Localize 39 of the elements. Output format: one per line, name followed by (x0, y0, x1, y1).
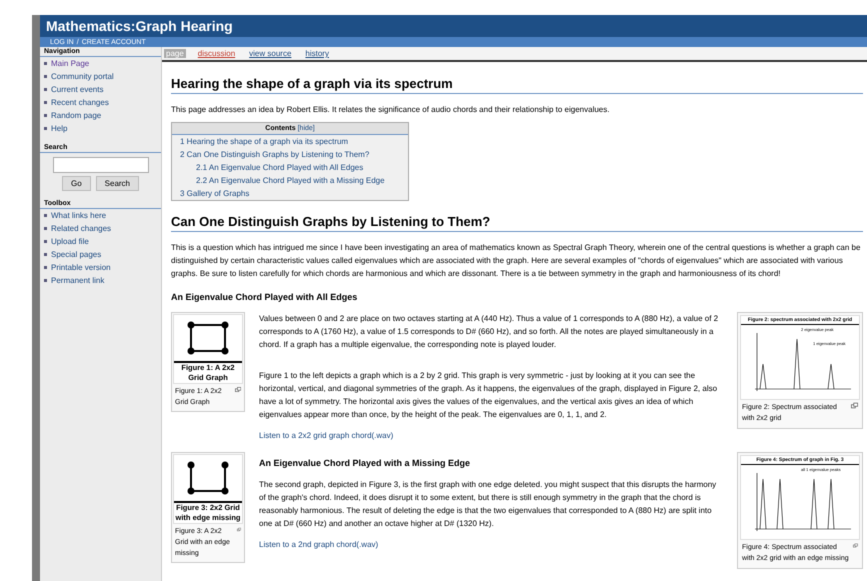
enlarge-icon[interactable] (850, 402, 858, 409)
search-button[interactable]: Search (96, 176, 140, 191)
toc-link[interactable]: 3 Gallery of Graphs (172, 187, 408, 200)
body-text: Figure 1 to the left depicts a graph which is a 2 by 2 grid. This graph is very symmetric - just by looking at it you can see the horizontal, vertical, and diagonal symmetries of the graph. As it happens, the eigenvalues of the graph, displayed in Figure 2, also have a lot of symmetry. The horizontal axis gives the values of the eigenvalues, and the vertical axis gives an idea of which eigenvalues appear more than once, by the height of the peak. The eigenvalues are 0, 1, 1, and 2. (259, 370, 718, 421)
subsection-heading: An Eigenvalue Chord Played with a Missing Edge (259, 458, 472, 468)
sidebar-link[interactable]: Related changes (40, 222, 161, 235)
sidebar-link[interactable]: What links here (40, 209, 161, 222)
section-text: This is a question which has intrigued me since I have been investigating an area of mathematics known as Spectral Graph Theory, wherein one of the central questions is whether a graph can be distinguished by certain characteristic values called eigenvalues which are associated with the graph. Here are several examples of "chords of eigenvalues" which are associated with various graphs. Be sure to listen carefully for which chords are harmonious and which are dissonant. There is a tie between symmetry in the graph and harmoniousness of its chord! (171, 242, 862, 280)
search-field[interactable] (52, 157, 148, 173)
toc-link[interactable]: 2.2 An Eigenvalue Chord Played with a Missing Edge (172, 174, 408, 187)
sidebar-link[interactable]: Community portal (40, 70, 161, 83)
page-tab[interactable]: view source (247, 49, 294, 58)
sidebar-link[interactable]: Permanent link (40, 274, 161, 287)
sidebar-link[interactable]: Upload file (40, 235, 161, 248)
toc-link[interactable]: 1 Hearing the shape of a graph via its spectrum (172, 135, 408, 148)
site-title: Mathematics:Graph Hearing (40, 15, 867, 37)
enlarge-icon[interactable] (234, 386, 241, 393)
toc-link[interactable]: 2.1 An Eigenvalue Chord Played with All Edges (172, 161, 408, 174)
search-button[interactable]: Go (62, 176, 91, 191)
subsection-heading: An Eigenvalue Chord Played with All Edges (171, 292, 358, 302)
sidebar-link[interactable]: Current events (40, 83, 161, 96)
body-text: Values between 0 and 2 are place on two octaves starting at A (440 Hz). Thus a value of 1 corresponds to A (880 Hz), a value of 2 corresponds to A (1760 Hz), a value of 1.5 corresponds to D# (660 Hz), and so forth. All the notes are played simultaneously in a chord. If a graph has a multiple eigenvalue, the corresponding note is played louder. (259, 313, 720, 351)
page-tab[interactable]: discussion (196, 49, 238, 58)
sidebar-link[interactable]: Recent changes (40, 96, 161, 109)
page-tab[interactable]: history (303, 49, 331, 58)
enlarge-icon[interactable] (853, 542, 858, 549)
section-heading: Can One Distinguish Graphs by Listening to Them? (171, 214, 863, 232)
sidebar-link[interactable]: Help (40, 122, 161, 135)
intro-text: This page addresses an idea by Robert Ellis. It relates the significance of audio chords and their relationship to eigenvalues. (171, 104, 610, 116)
page-heading: Hearing the shape of a graph via its spectrum (171, 76, 863, 94)
sidebar-link[interactable]: Main Page (40, 57, 161, 70)
sidebar-link[interactable]: Special pages (40, 248, 161, 261)
audio-link[interactable]: Listen to a 2nd graph chord(.wav) (259, 540, 378, 549)
audio-link[interactable]: Listen to a 2x2 grid graph chord(.wav) (259, 431, 394, 440)
body-text: The second graph, depicted in Figure 3, is the first graph with one edge deleted. you might suspect that this disrupts the harmony of the graph's chord. Indeed, it does disrupt it to some extent, but there is still enough symmetry in the graph that the chord is reasonably harmonious. The result of deleting the edge is that the two eigenvalues that corresponded to A (880 Hz) are split into one at D# (660 Hz) and another an octave higher at D# (1320 Hz). (259, 479, 718, 530)
sidebar-link[interactable]: Printable version (40, 261, 161, 274)
sidebar-link[interactable]: Random page (40, 109, 161, 122)
enlarge-icon[interactable] (236, 526, 241, 533)
toc-link[interactable]: 2 Can One Distinguish Graphs by Listening to Them? (172, 148, 408, 161)
